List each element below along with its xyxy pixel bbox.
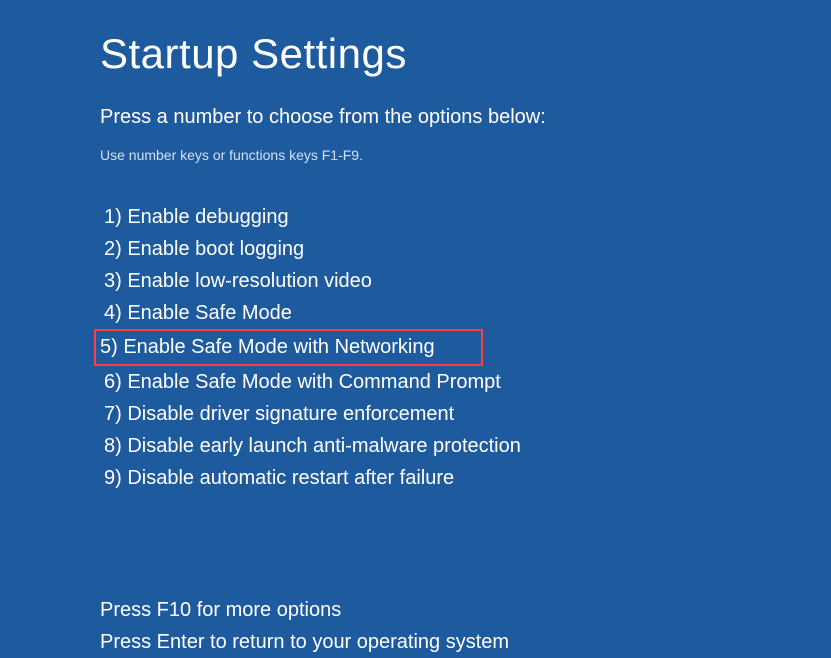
boot-options-list: 1) Enable debugging 2) Enable boot loggi… bbox=[100, 201, 831, 494]
hint-text: Use number keys or functions keys F1-F9. bbox=[100, 147, 831, 163]
boot-option-3[interactable]: 3) Enable low-resolution video bbox=[100, 265, 376, 297]
boot-option-7[interactable]: 7) Disable driver signature enforcement bbox=[100, 398, 458, 430]
footer-more-options: Press F10 for more options bbox=[100, 594, 831, 626]
boot-option-5[interactable]: 5) Enable Safe Mode with Networking bbox=[94, 329, 483, 366]
boot-option-4[interactable]: 4) Enable Safe Mode bbox=[100, 297, 296, 329]
boot-option-8[interactable]: 8) Disable early launch anti-malware pro… bbox=[100, 430, 525, 462]
boot-option-6[interactable]: 6) Enable Safe Mode with Command Prompt bbox=[100, 366, 505, 398]
boot-option-2[interactable]: 2) Enable boot logging bbox=[100, 233, 308, 265]
boot-option-1[interactable]: 1) Enable debugging bbox=[100, 201, 293, 233]
subtitle: Press a number to choose from the option… bbox=[100, 106, 831, 129]
footer-return: Press Enter to return to your operating … bbox=[100, 626, 831, 658]
page-title: Startup Settings bbox=[100, 30, 831, 78]
boot-option-9[interactable]: 9) Disable automatic restart after failu… bbox=[100, 462, 458, 494]
